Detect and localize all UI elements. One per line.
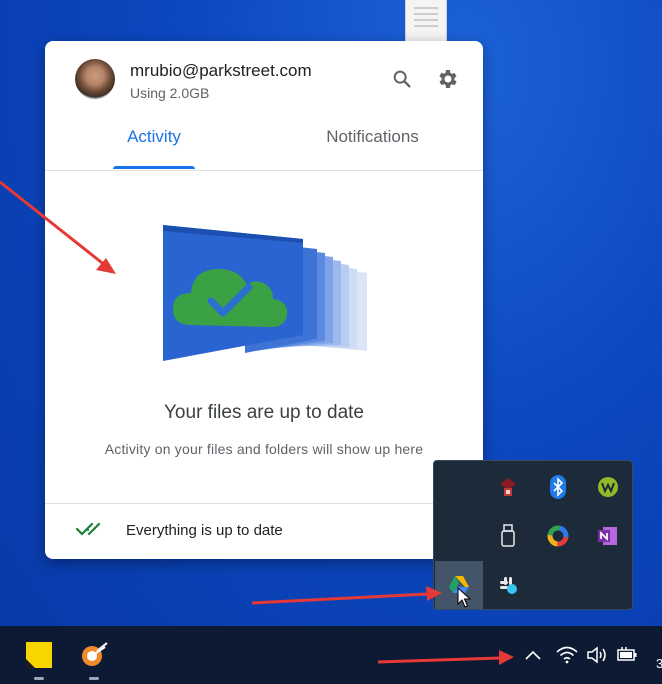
- search-button[interactable]: [386, 63, 418, 95]
- tab-divider: [45, 170, 483, 171]
- security-shield-icon: [500, 478, 516, 496]
- tray-security[interactable]: [484, 463, 532, 511]
- tray-bluetooth[interactable]: [534, 463, 582, 511]
- speaker-icon: [587, 646, 606, 664]
- files-up-to-date-illustration: [163, 225, 367, 361]
- tray-w-app[interactable]: [584, 463, 632, 511]
- google-drive-popup: mrubio@parkstreet.com Using 2.0GB Activi…: [45, 41, 483, 559]
- search-icon: [393, 70, 411, 88]
- double-check-icon: [75, 522, 101, 536]
- volume-button[interactable]: [582, 640, 612, 670]
- battery-button[interactable]: [612, 640, 642, 670]
- colorful-ring-icon: [547, 525, 569, 547]
- tray-usb[interactable]: [484, 512, 532, 560]
- usb-drive-icon: [501, 524, 515, 547]
- taskbar-snipping-tool[interactable]: [68, 626, 120, 684]
- storage-usage: Using 2.0GB: [130, 85, 210, 101]
- bluetooth-icon: [550, 475, 566, 499]
- onenote-icon: [598, 527, 617, 545]
- clock-fragment[interactable]: 3: [656, 656, 662, 671]
- status-subtitle: Activity on your files and folders will …: [104, 441, 424, 457]
- tray-colorful-app[interactable]: [534, 512, 582, 560]
- settings-button[interactable]: [432, 63, 464, 95]
- tray-slack[interactable]: [484, 561, 532, 609]
- mouse-pointer-icon: [457, 587, 471, 608]
- w-app-icon: [598, 477, 618, 497]
- taskbar-sticky-notes[interactable]: [13, 626, 65, 684]
- wifi-icon: [556, 646, 578, 664]
- network-button[interactable]: [552, 640, 582, 670]
- tray-onenote[interactable]: [584, 512, 632, 560]
- chevron-up-icon: [525, 650, 541, 660]
- account-email: mrubio@parkstreet.com: [130, 61, 312, 80]
- desktop-file-icon[interactable]: [405, 0, 447, 42]
- gear-icon: [439, 70, 457, 88]
- snipping-tool-icon: [82, 642, 108, 666]
- tab-activity[interactable]: Activity: [113, 127, 195, 169]
- status-title: Your files are up to date: [164, 402, 364, 423]
- annotation-arrow: [251, 586, 442, 605]
- battery-charging-icon: [617, 647, 637, 661]
- taskbar: 3: [0, 626, 662, 684]
- avatar[interactable]: [75, 59, 115, 99]
- sync-status: Everything is up to date: [126, 522, 283, 539]
- sticky-notes-icon: [26, 642, 52, 668]
- running-indicator: [89, 677, 99, 680]
- footer-divider: [45, 503, 483, 504]
- tab-notifications[interactable]: Notifications: [315, 127, 430, 169]
- slack-icon: [500, 577, 517, 594]
- show-hidden-icons-button[interactable]: [518, 640, 548, 670]
- running-indicator: [34, 677, 44, 680]
